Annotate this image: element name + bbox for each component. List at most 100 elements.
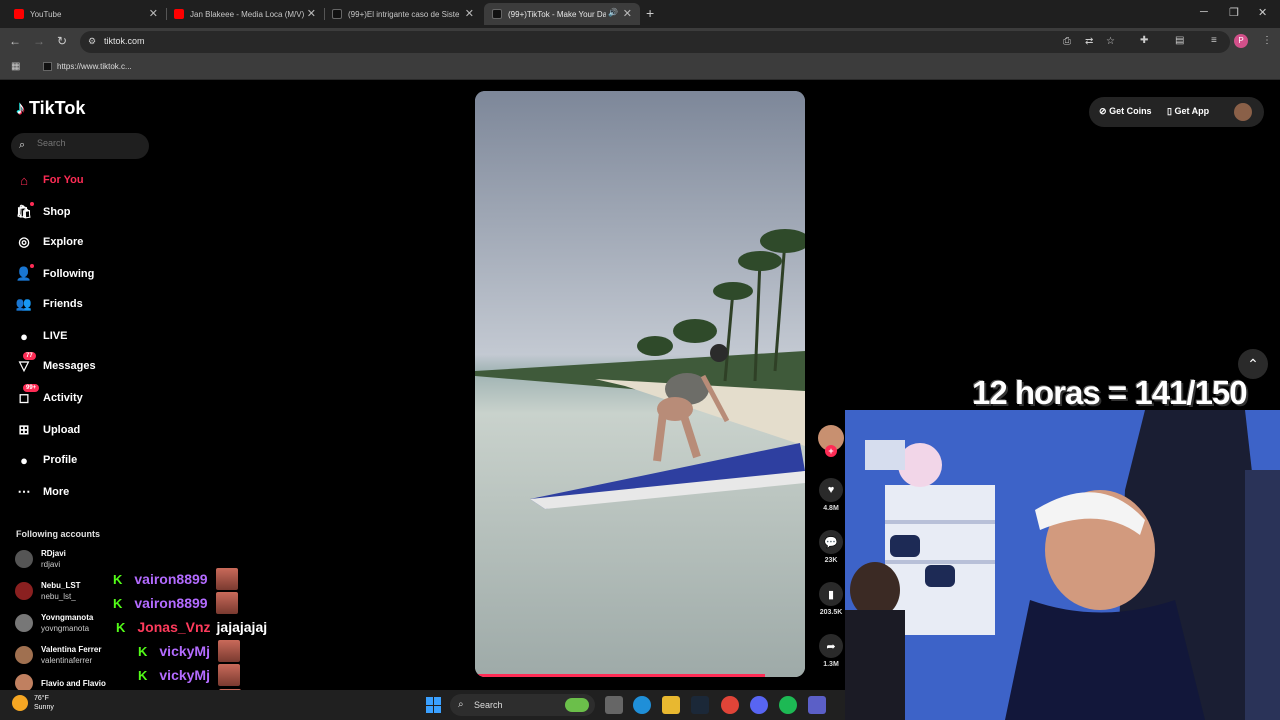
- sidebar-item-following[interactable]: 👤 Following: [15, 264, 94, 283]
- following-account-item[interactable]: Nebu_LST nebu_lst_: [15, 580, 81, 602]
- browser-tab-tiktok[interactable]: (99+)TikTok - Make Your Day 🔊 ✕: [484, 3, 640, 25]
- chrome-menu-icon[interactable]: ⋮: [1262, 35, 1272, 46]
- restore-icon[interactable]: ❐: [1229, 6, 1239, 19]
- new-tab-icon[interactable]: +: [646, 5, 654, 21]
- sidebar-item-label: Upload: [43, 424, 81, 436]
- following-account-item[interactable]: RDjavi rdjavi: [15, 548, 66, 570]
- file-explorer-icon[interactable]: [662, 696, 680, 714]
- discord-icon[interactable]: [750, 696, 768, 714]
- chat-username: vairon8899: [134, 595, 208, 611]
- chat-message: Kvairon8899: [113, 592, 238, 614]
- chat-emote-icon: [215, 592, 238, 614]
- forward-icon[interactable]: →: [33, 34, 45, 48]
- browser-tab-youtube[interactable]: YouTube ✕: [6, 3, 167, 25]
- like-button[interactable]: ♥ 4.8M: [818, 478, 844, 512]
- video-progress-bar[interactable]: [475, 674, 766, 677]
- close-window-icon[interactable]: ✕: [1258, 6, 1267, 19]
- sidebar-item-shop[interactable]: 🛍 Shop: [15, 202, 71, 221]
- speaker-icon[interactable]: 🔊: [608, 8, 618, 17]
- user-avatar[interactable]: [1234, 103, 1252, 121]
- close-tab-icon[interactable]: ✕: [623, 7, 632, 20]
- chevron-up-icon: ⌃: [1247, 356, 1259, 372]
- account-name: Nebu_LST: [41, 581, 81, 590]
- close-tab-icon[interactable]: ✕: [465, 7, 474, 20]
- edge-icon[interactable]: [633, 696, 651, 714]
- reload-icon[interactable]: ↻: [57, 34, 67, 48]
- sidebar-item-for-you[interactable]: ⌂ For You: [15, 171, 83, 189]
- chrome-icon[interactable]: [721, 696, 739, 714]
- sidebar-item-activity[interactable]: ◻ 99+ Activity: [15, 384, 83, 407]
- close-tab-icon[interactable]: ✕: [307, 7, 316, 20]
- bookmark-star-icon[interactable]: ☆: [1106, 36, 1115, 47]
- site-info-icon[interactable]: ⚙: [88, 36, 96, 47]
- browser-tab-intrigante[interactable]: (99+)El intrigante caso de Siste... ✕: [324, 3, 482, 25]
- header-actions: ⊘ Get Coins ▯ Get App: [1089, 97, 1264, 127]
- account-avatar: [15, 614, 33, 632]
- extensions-icon[interactable]: ✚: [1140, 35, 1148, 46]
- search-input[interactable]: [37, 138, 137, 148]
- following-account-item[interactable]: Yovngmanota yovngmanota: [15, 612, 93, 634]
- profile-avatar-icon[interactable]: P: [1234, 34, 1248, 48]
- search-icon: ⌕: [458, 699, 464, 710]
- shop-bag-icon: 🛍: [15, 202, 34, 219]
- sidebar-item-upload[interactable]: ⊞ Upload: [15, 421, 81, 439]
- translate-icon[interactable]: ⇄: [1085, 36, 1093, 47]
- messages-icon: ▽ 77: [15, 352, 36, 375]
- heart-icon: ♥: [819, 478, 843, 502]
- back-icon[interactable]: ←: [9, 34, 21, 48]
- minimize-icon[interactable]: ─: [1200, 6, 1208, 18]
- compass-icon: ◎: [18, 234, 30, 249]
- task-view-icon[interactable]: [605, 696, 623, 714]
- sidebar-item-explore[interactable]: ◎ Explore: [15, 233, 83, 251]
- browser-tab-media-loca[interactable]: Jan Blakeee - Media Loca (M/V) ✕: [166, 3, 325, 25]
- bookmark-icon: ▮: [819, 582, 843, 606]
- tiktok-logo[interactable]: ♪ TikTok: [16, 98, 85, 119]
- close-tab-icon[interactable]: ✕: [149, 7, 158, 20]
- video-player[interactable]: [475, 91, 805, 677]
- bookmarks-bar: ▦ https://www.tiktok.c...: [0, 56, 1280, 80]
- creator-avatar[interactable]: +: [818, 425, 844, 457]
- account-handle: yovngmanota: [41, 624, 90, 633]
- notification-badge: 99+: [23, 384, 40, 392]
- side-panel-icon[interactable]: ▤: [1175, 35, 1184, 46]
- profile-avatar-icon: ●: [20, 452, 28, 468]
- get-coins-button[interactable]: ⊘ Get Coins: [1099, 106, 1152, 117]
- chat-message: KvickyMj: [138, 664, 240, 686]
- follow-plus-icon[interactable]: +: [825, 445, 837, 457]
- sidebar-item-live[interactable]: ● LIVE: [15, 327, 67, 345]
- account-handle: nebu_lst_: [41, 592, 76, 601]
- kick-badge-icon: K: [116, 619, 126, 635]
- install-app-icon[interactable]: ⎙: [1063, 36, 1071, 47]
- media-controls-icon[interactable]: ≡: [1211, 35, 1217, 46]
- get-app-button[interactable]: ▯ Get App: [1167, 106, 1209, 117]
- comment-button[interactable]: 💬 23K: [818, 530, 844, 564]
- address-bar[interactable]: ⚙ tiktok.com ⎙ ⇄ ☆: [80, 31, 1230, 53]
- sidebar-item-friends[interactable]: 👥 Friends: [15, 295, 83, 313]
- youtube-favicon-icon: [14, 9, 24, 19]
- account-name: Yovngmanota: [41, 613, 94, 622]
- sidebar-item-messages[interactable]: ▽ 77 Messages: [15, 352, 96, 375]
- sidebar-item-more[interactable]: ⋯ More: [15, 483, 70, 501]
- sidebar-item-label: Profile: [43, 454, 78, 466]
- weather-temp: 76°F: [34, 695, 49, 702]
- kick-badge-icon: K: [138, 667, 148, 683]
- taskbar-search[interactable]: ⌕ Search: [450, 694, 595, 716]
- sidebar-item-label: More: [43, 486, 70, 498]
- sidebar-item-profile[interactable]: ● Profile: [15, 451, 77, 469]
- spotify-icon[interactable]: [779, 696, 797, 714]
- windows-taskbar: 76°F Sunny ⌕ Search: [0, 690, 845, 720]
- share-button[interactable]: ➦ 1.3M: [818, 634, 844, 668]
- chat-emote-icon: [217, 664, 240, 686]
- following-account-item[interactable]: Valentina Ferrer valentinaferrer: [15, 644, 101, 666]
- account-handle: valentinaferrer: [41, 656, 93, 665]
- bookmark-tiktok[interactable]: https://www.tiktok.c...: [57, 62, 132, 71]
- apps-grid-icon[interactable]: ▦: [11, 61, 20, 72]
- save-button[interactable]: ▮ 203.5K: [818, 582, 844, 616]
- search-box[interactable]: ⌕: [11, 133, 149, 159]
- steam-icon[interactable]: [691, 696, 709, 714]
- windows-start-icon[interactable]: [426, 697, 442, 713]
- account-name: Flavio and Flavio: [41, 678, 106, 688]
- weather-widget[interactable]: 76°F Sunny: [12, 694, 54, 712]
- account-avatar: [15, 550, 33, 568]
- teams-icon[interactable]: [808, 696, 826, 714]
